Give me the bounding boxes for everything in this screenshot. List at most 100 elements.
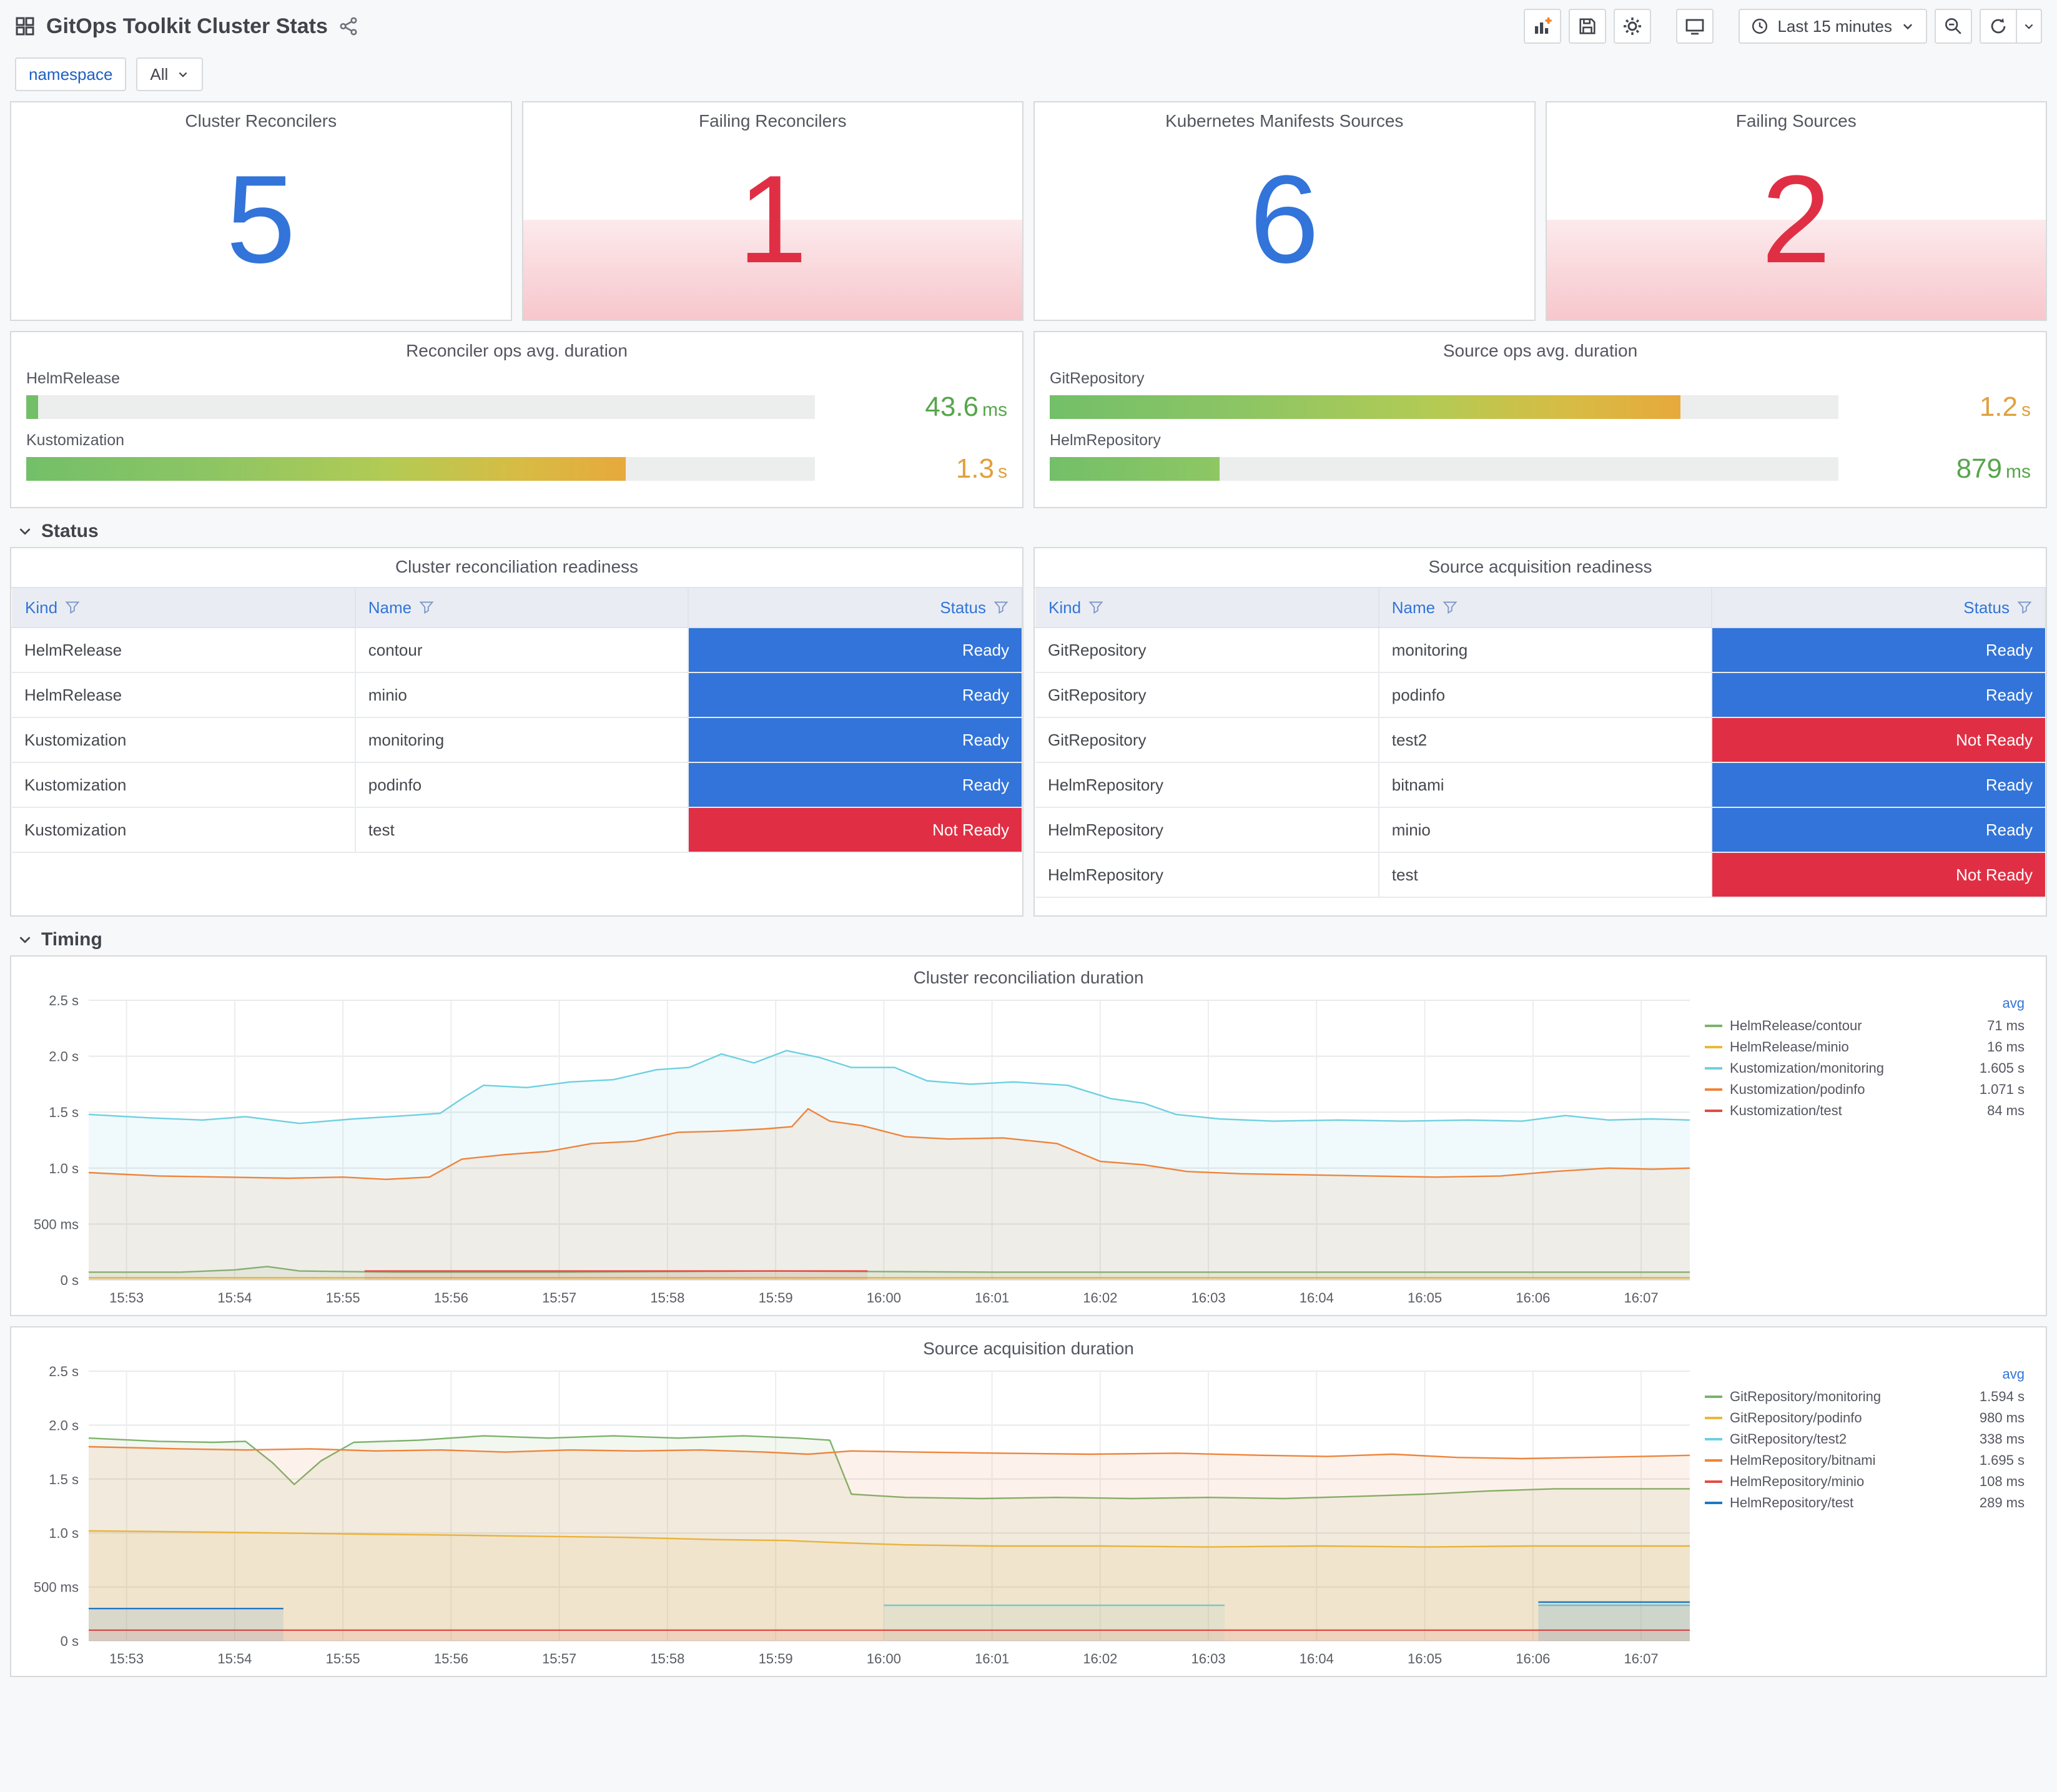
add-panel-button[interactable] [1524, 9, 1562, 44]
legend-series-avg: 1.594 s [1979, 1389, 2025, 1404]
column-header-status[interactable]: Status [1712, 587, 2046, 628]
status-badge: Not Ready [1712, 718, 2045, 761]
legend-item[interactable]: HelmRelease/minio 16 ms [1705, 1036, 2025, 1058]
legend-item[interactable]: Kustomization/test 84 ms [1705, 1100, 2025, 1121]
legend-item[interactable]: Kustomization/podinfo 1.071 s [1705, 1079, 2025, 1100]
legend-series-swatch [1705, 1110, 1722, 1112]
panel-title[interactable]: Source acquisition readiness [1035, 548, 2046, 577]
legend-avg-header[interactable]: avg [1705, 995, 2025, 1012]
legend-series-avg: 71 ms [1987, 1018, 2025, 1033]
chevron-down-icon [1903, 24, 1913, 30]
column-header-kind[interactable]: Kind [1035, 587, 1379, 628]
table-row: GitRepository test2 Not Ready [1035, 717, 2045, 763]
column-header-status[interactable]: Status [688, 587, 1022, 628]
clock-icon [1752, 18, 1768, 34]
y-tick-label: 500 ms [34, 1216, 79, 1232]
legend-item[interactable]: HelmRepository/test 289 ms [1705, 1492, 2025, 1514]
dashboard-page: GitOps Toolkit Cluster Stats Last 15 min… [0, 0, 2057, 1677]
filter-icon[interactable] [65, 600, 80, 615]
filter-icon[interactable] [1088, 600, 1103, 615]
column-header-name[interactable]: Name [355, 587, 689, 628]
refresh-interval-dropdown[interactable] [2017, 9, 2042, 44]
cell-name: podinfo [355, 762, 689, 808]
cell-status: Ready [1712, 672, 2045, 718]
legend-series-avg: 84 ms [1987, 1103, 2025, 1118]
panel-failing-sources: Failing Sources 2 [1545, 101, 2047, 321]
filter-icon[interactable] [2017, 600, 2032, 615]
x-tick-label: 16:05 [1408, 1290, 1442, 1306]
x-tick-label: 15:59 [759, 1290, 793, 1306]
legend-series-name: HelmRepository/test [1730, 1495, 1854, 1510]
time-series-chart[interactable]: 0 s 500 ms 1.0 s 1.5 s 2.0 s 2.5 s 15:53 15:54 1… [19, 988, 1705, 1310]
x-tick-label: 15:54 [217, 1651, 252, 1666]
x-tick-label: 15:55 [326, 1651, 360, 1666]
legend-series-swatch [1705, 1438, 1722, 1440]
x-tick-label: 16:00 [867, 1290, 901, 1306]
y-tick-label: 0 s [61, 1633, 79, 1649]
variable-namespace-value: All [150, 64, 169, 84]
column-header-name[interactable]: Name [1378, 587, 1713, 628]
x-tick-label: 15:55 [326, 1290, 360, 1306]
series-area [1538, 1602, 1690, 1641]
gauge-label: HelmRepository [1050, 431, 1161, 449]
legend-avg-header[interactable]: avg [1705, 1366, 2025, 1382]
legend-series-avg: 1.071 s [1979, 1081, 2025, 1097]
panel-title[interactable]: Cluster reconciliation duration [19, 959, 2038, 988]
x-tick-label: 16:07 [1624, 1651, 1659, 1666]
legend-item[interactable]: Kustomization/monitoring 1.605 s [1705, 1058, 2025, 1079]
section-timing[interactable]: Timing [17, 929, 2040, 950]
panel-source-acquisition-readiness: Source acquisition readiness Kind Name S… [1033, 547, 2047, 917]
variable-namespace-select[interactable]: All [136, 57, 204, 91]
panel-title[interactable]: Source acquisition duration [19, 1330, 2038, 1359]
settings-gear-icon[interactable] [1614, 9, 1652, 44]
dashboard-grid-icon[interactable] [15, 16, 35, 36]
legend-item[interactable]: GitRepository/test2 338 ms [1705, 1429, 2025, 1450]
cell-kind: GitRepository [1035, 628, 1379, 673]
section-status[interactable]: Status [17, 521, 2040, 542]
time-series-chart[interactable]: 0 s 500 ms 1.0 s 1.5 s 2.0 s 2.5 s 15:53 15:54 1… [19, 1359, 1705, 1671]
status-badge: Not Ready [689, 808, 1022, 851]
series-area [364, 1271, 868, 1280]
panel-title[interactable]: Cluster reconciliation readiness [11, 548, 1022, 577]
legend-series-name: GitRepository/test2 [1730, 1431, 1847, 1447]
cell-name: monitoring [355, 717, 689, 763]
panel-cluster-reconcilers: Cluster Reconcilers 5 [10, 101, 512, 321]
top-bar: GitOps Toolkit Cluster Stats Last 15 min… [0, 0, 2057, 50]
x-tick-label: 16:02 [1083, 1651, 1117, 1666]
legend-item[interactable]: GitRepository/monitoring 1.594 s [1705, 1386, 2025, 1407]
status-badge: Ready [1712, 628, 2045, 671]
tv-mode-button[interactable] [1676, 9, 1714, 44]
filter-icon[interactable] [1443, 600, 1458, 615]
zoom-out-button[interactable] [1935, 9, 1972, 44]
table-row: GitRepository podinfo Ready [1035, 672, 2045, 718]
y-tick-label: 2.0 s [49, 1049, 79, 1065]
cell-name: podinfo [1378, 672, 1713, 718]
gauge-fill [26, 457, 626, 481]
panel-kubernetes-manifests-sources: Kubernetes Manifests Sources 6 [1033, 101, 1536, 321]
time-range-picker[interactable]: Last 15 minutes [1739, 9, 1927, 44]
x-tick-label: 15:57 [542, 1290, 576, 1306]
legend-series-avg: 1.695 s [1979, 1452, 2025, 1468]
legend-item[interactable]: HelmRelease/contour 71 ms [1705, 1015, 2025, 1036]
variable-namespace-label: namespace [15, 57, 127, 91]
readiness-table: Kind Name Status HelmRelease contour Ready… [11, 587, 1022, 853]
y-tick-label: 1.5 s [49, 1472, 79, 1487]
legend-series-avg: 108 ms [1979, 1474, 2025, 1489]
legend-item[interactable]: GitRepository/podinfo 980 ms [1705, 1407, 2025, 1429]
refresh-button[interactable] [1980, 9, 2017, 44]
x-tick-label: 15:58 [650, 1651, 684, 1666]
legend-item[interactable]: HelmRepository/bitnami 1.695 s [1705, 1450, 2025, 1471]
filter-icon[interactable] [419, 600, 434, 615]
legend-item[interactable]: HelmRepository/minio 108 ms [1705, 1471, 2025, 1492]
gauge-label: HelmRelease [26, 370, 121, 387]
page-title: GitOps Toolkit Cluster Stats [46, 14, 328, 38]
filter-icon[interactable] [994, 600, 1009, 615]
legend-series-swatch [1705, 1396, 1722, 1398]
legend-series-swatch [1705, 1502, 1722, 1504]
column-header-kind[interactable]: Kind [12, 587, 356, 628]
share-icon[interactable] [339, 17, 358, 36]
save-dashboard-button[interactable] [1569, 9, 1607, 44]
table-row: HelmRelease contour Ready [12, 628, 1022, 673]
panel-title[interactable]: Reconciler ops avg. duration [26, 332, 1007, 361]
panel-title[interactable]: Source ops avg. duration [1050, 332, 2031, 361]
